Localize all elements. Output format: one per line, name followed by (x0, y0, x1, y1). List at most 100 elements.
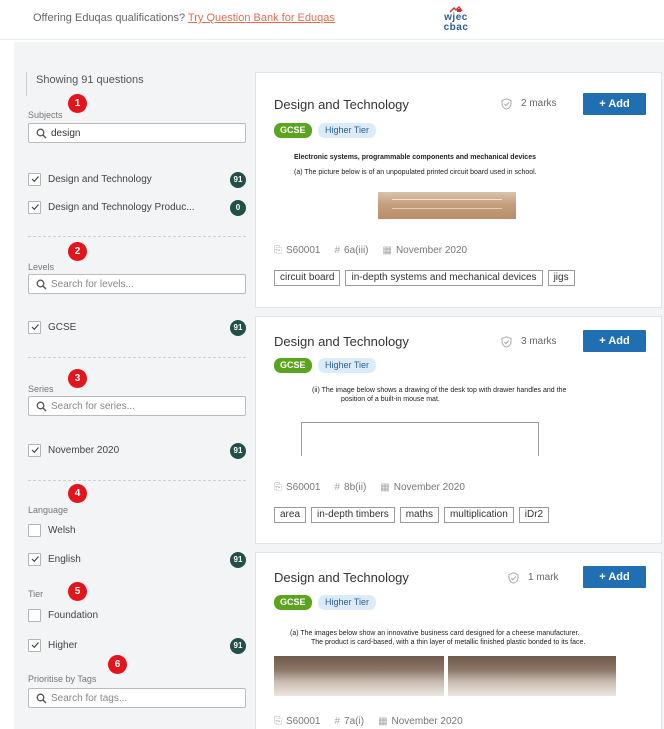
subjects-label: Subjects (28, 110, 63, 120)
search-icon (36, 693, 47, 704)
search-icon (36, 279, 47, 290)
tier-option-higher[interactable]: Higher 91 (28, 638, 246, 654)
tags-search[interactable] (28, 688, 246, 708)
question-marks: 3 marks (521, 336, 557, 347)
copy-icon: ⎘ (274, 716, 282, 727)
question-card-1[interactable]: Design and Technology 2 marks + Add GCSE… (255, 72, 662, 308)
question-badges: GCSE Higher Tier (274, 123, 414, 138)
question-badges: GCSE Higher Tier (274, 595, 414, 610)
checkbox-tick-icon (31, 176, 39, 183)
checkbox-tick-icon (31, 556, 39, 563)
question-title: Design and Technology (274, 97, 409, 112)
tier-checkbox-higher[interactable] (28, 639, 41, 652)
eduqas-link[interactable]: Try Question Bank for Eduqas (188, 12, 335, 24)
language-option-label: English (48, 554, 81, 565)
question-series: November 2020 (391, 716, 463, 727)
tag-chip[interactable]: in-depth systems and mechanical devices (345, 270, 543, 286)
wjec-logo[interactable]: wjec cbac (441, 6, 471, 36)
tag-chip[interactable]: jigs (547, 270, 575, 286)
language-checkbox-welsh[interactable] (28, 524, 41, 537)
question-card-3[interactable]: Design and Technology 1 mark + Add GCSE … (255, 552, 662, 729)
question-title: Design and Technology (274, 334, 409, 349)
tag-chip[interactable]: multiplication (443, 507, 514, 523)
shield-check-icon (508, 572, 519, 584)
subject-option-design-technology-product[interactable]: Design and Technology Produc... 0 (28, 200, 246, 216)
top-banner: Offering Eduqas qualifications? Try Ques… (0, 0, 664, 40)
tag-chip[interactable]: circuit board (274, 270, 341, 286)
question-text-line-1: (a) The images below show an innovative … (290, 630, 580, 637)
step-marker-2: 2 (68, 242, 87, 261)
tier-checkbox-foundation[interactable] (28, 609, 41, 622)
levels-search[interactable] (28, 274, 246, 294)
level-badge: GCSE (274, 595, 312, 610)
subjects-search-input[interactable] (51, 126, 241, 140)
tag-chip[interactable]: in-depth timbers (311, 507, 395, 523)
desk-drawing-image (301, 422, 539, 456)
question-card-2[interactable]: Design and Technology 3 marks + Add GCSE… (255, 316, 662, 544)
calendar-icon: ▦ (378, 716, 388, 727)
filter-sidebar: Showing 91 questions 1 Subjects Design a… (14, 58, 246, 729)
series-count-badge: 91 (230, 443, 246, 459)
tag-chip[interactable]: iDr2 (518, 507, 550, 523)
level-option-gcse[interactable]: GCSE 91 (28, 320, 246, 336)
subject-option-design-technology[interactable]: Design and Technology 91 (28, 172, 246, 188)
question-number: 7a(i) (344, 716, 365, 727)
question-heading: Electronic systems, programmable compone… (294, 154, 536, 161)
tag-chip[interactable]: maths (399, 507, 439, 523)
level-badge: GCSE (274, 123, 312, 138)
checkbox-tick-icon (31, 447, 39, 454)
subjects-search[interactable] (28, 123, 246, 143)
level-badge: GCSE (274, 358, 312, 373)
series-checkbox[interactable] (28, 444, 41, 457)
hash-icon: # (334, 716, 341, 727)
copy-icon: ⎘ (274, 482, 282, 493)
hash-icon: # (334, 245, 341, 256)
step-marker-3: 3 (68, 369, 87, 388)
tier-badge: Higher Tier (318, 123, 377, 138)
levels-search-input[interactable] (51, 277, 241, 291)
question-badges: GCSE Higher Tier (274, 358, 414, 373)
section-divider (28, 357, 246, 358)
subject-count-badge: 0 (230, 200, 246, 216)
add-question-button[interactable]: + Add (583, 93, 646, 115)
series-label: Series (28, 384, 54, 394)
language-option-english[interactable]: English 91 (28, 552, 246, 568)
paper-code: S60001 (286, 482, 321, 493)
series-search-input[interactable] (51, 399, 241, 413)
level-checkbox[interactable] (28, 321, 41, 334)
question-meta: ⎘ S60001 #8b(ii) ▦ November 2020 (274, 482, 465, 493)
calendar-icon: ▦ (380, 482, 390, 493)
subject-option-label: Design and Technology (48, 174, 152, 185)
language-option-welsh[interactable]: Welsh (28, 523, 246, 539)
tier-option-label: Foundation (48, 610, 99, 621)
checkbox-tick-icon (31, 642, 39, 649)
series-search[interactable] (28, 396, 246, 416)
tier-count-badge: 91 (230, 638, 246, 654)
subject-count-badge: 91 (230, 172, 246, 188)
language-checkbox-english[interactable] (28, 553, 41, 566)
question-text-line-2: position of a built-in mouse mat. (341, 396, 440, 403)
business-card-photo-1 (274, 656, 444, 696)
question-text-line-2: The product is card-based, with a thin l… (311, 639, 586, 646)
tier-option-label: Higher (48, 640, 78, 651)
question-text-line-1: (ii) The image below shows a drawing of … (312, 387, 567, 394)
search-icon (36, 401, 47, 412)
calendar-icon: ▦ (382, 245, 392, 256)
tier-option-foundation[interactable]: Foundation (28, 608, 246, 624)
add-question-button[interactable]: + Add (583, 566, 646, 588)
checkbox-tick-icon (31, 324, 39, 331)
business-card-photo-2 (448, 656, 616, 696)
question-tags: area in-depth timbers maths multiplication i… (274, 507, 554, 523)
language-option-label: Welsh (48, 525, 76, 536)
series-option-november-2020[interactable]: November 2020 91 (28, 443, 246, 459)
add-question-button[interactable]: + Add (583, 330, 646, 352)
subject-checkbox-1[interactable] (28, 173, 41, 186)
question-marks: 1 mark (528, 572, 559, 583)
paper-code: S60001 (286, 245, 321, 256)
tags-search-input[interactable] (51, 691, 241, 705)
language-label: Language (28, 505, 69, 515)
subject-checkbox-2[interactable] (28, 201, 41, 214)
language-count-badge: 91 (230, 552, 246, 568)
tag-chip[interactable]: area (274, 507, 307, 523)
question-marks: 2 marks (521, 98, 557, 109)
